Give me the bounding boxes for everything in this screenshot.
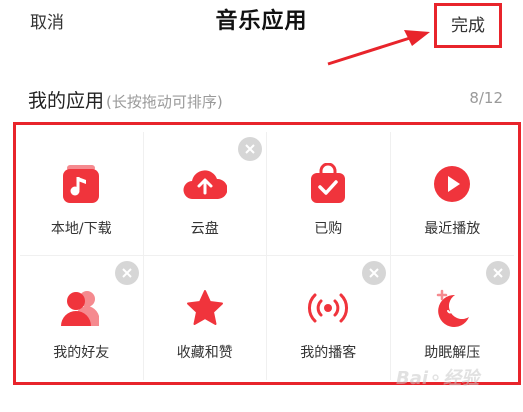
close-icon (245, 144, 255, 154)
friends-icon (59, 286, 103, 330)
app-tile-recent-play[interactable]: 最近播放 (390, 132, 514, 256)
app-label: 收藏和赞 (176, 345, 233, 361)
play-icon (430, 162, 474, 206)
app-label: 我的播客 (300, 345, 357, 361)
section-hint: (长按拖动可排序) (106, 93, 223, 111)
cloud-upload-icon (183, 162, 227, 206)
close-icon (493, 268, 503, 278)
watermark: Bai⚬经验 (396, 368, 480, 389)
section-title: 我的应用 (28, 90, 105, 112)
app-tile-cloud-disk[interactable]: 云盘 (143, 132, 267, 256)
app-label: 我的好友 (53, 345, 110, 361)
app-label: 已购 (314, 221, 343, 237)
remove-app-button[interactable] (361, 261, 386, 285)
done-highlight-box: 完成 (434, 3, 502, 48)
remove-app-button[interactable] (114, 261, 139, 285)
music-note-icon (59, 162, 103, 206)
app-tile-my-friends[interactable]: 我的好友 (20, 256, 144, 380)
app-tile-sleep-relax[interactable]: 助眠解压 (391, 256, 515, 380)
app-count: 8/12 (469, 89, 503, 107)
app-label: 云盘 (190, 221, 219, 237)
top-bar: 取消 音乐应用 完成 (0, 0, 523, 48)
app-label: 最近播放 (424, 221, 481, 237)
app-label: 本地/下载 (50, 221, 112, 237)
app-label: 助眠解压 (424, 345, 481, 361)
star-icon (183, 286, 227, 330)
app-tile-local-download[interactable]: 本地/下载 (20, 132, 144, 256)
app-tile-purchased[interactable]: 已购 (267, 132, 391, 256)
podcast-icon (306, 286, 350, 330)
app-tile-my-podcast[interactable]: 我的播客 (267, 256, 391, 380)
remove-app-button[interactable] (238, 137, 262, 161)
my-apps-header: 我的应用 (长按拖动可排序) 8/12 (28, 86, 503, 112)
app-tile-favorites-likes[interactable]: 收藏和赞 (144, 256, 267, 380)
apps-grid: 本地/下载 云盘 已购 最近播放 我的好友 收藏和赞 我的播客 助眠解压 (20, 132, 514, 380)
shopping-bag-check-icon (306, 162, 350, 206)
close-icon (121, 268, 132, 278)
done-button[interactable]: 完成 (451, 11, 485, 36)
remove-app-button[interactable] (486, 261, 510, 285)
moon-icon (430, 286, 474, 330)
close-icon (368, 268, 379, 278)
